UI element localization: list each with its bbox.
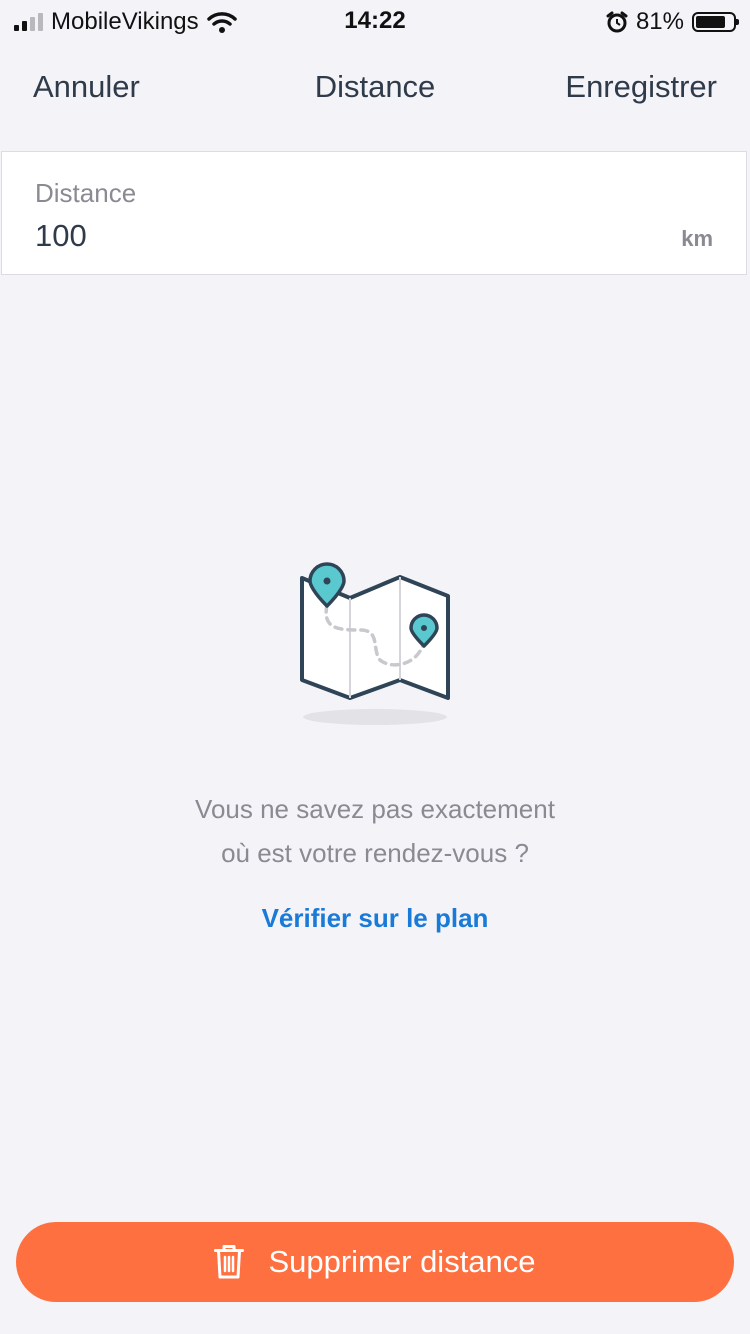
battery-icon (692, 12, 739, 32)
battery-fill (696, 16, 725, 28)
map-illustration-icon (300, 562, 450, 725)
delete-distance-label: Supprimer distance (268, 1244, 536, 1279)
trash-icon (214, 1245, 245, 1279)
distance-field-label: Distance (35, 178, 137, 208)
distance-field: Distance km (1, 151, 747, 275)
battery-percent: 81% (635, 8, 684, 35)
distance-unit: km (681, 226, 713, 251)
help-text-line-1: Vous ne savez pas exactement (195, 794, 555, 824)
help-text-line-2: où est votre rendez-vous ? (221, 838, 529, 868)
delete-distance-button[interactable]: Supprimer distance (16, 1222, 734, 1302)
status-right: 81% (606, 8, 739, 36)
help-text: Vous ne savez pas exactement où est votr… (0, 787, 750, 875)
status-bar: MobileVikings 14:22 81% (0, 0, 750, 40)
distance-input[interactable] (35, 218, 535, 254)
nav-bar: Annuler Distance Enregistrer (0, 40, 750, 140)
check-on-map-link[interactable]: Vérifier sur le plan (0, 903, 750, 934)
save-button[interactable]: Enregistrer (565, 69, 717, 105)
alarm-icon (606, 11, 628, 33)
